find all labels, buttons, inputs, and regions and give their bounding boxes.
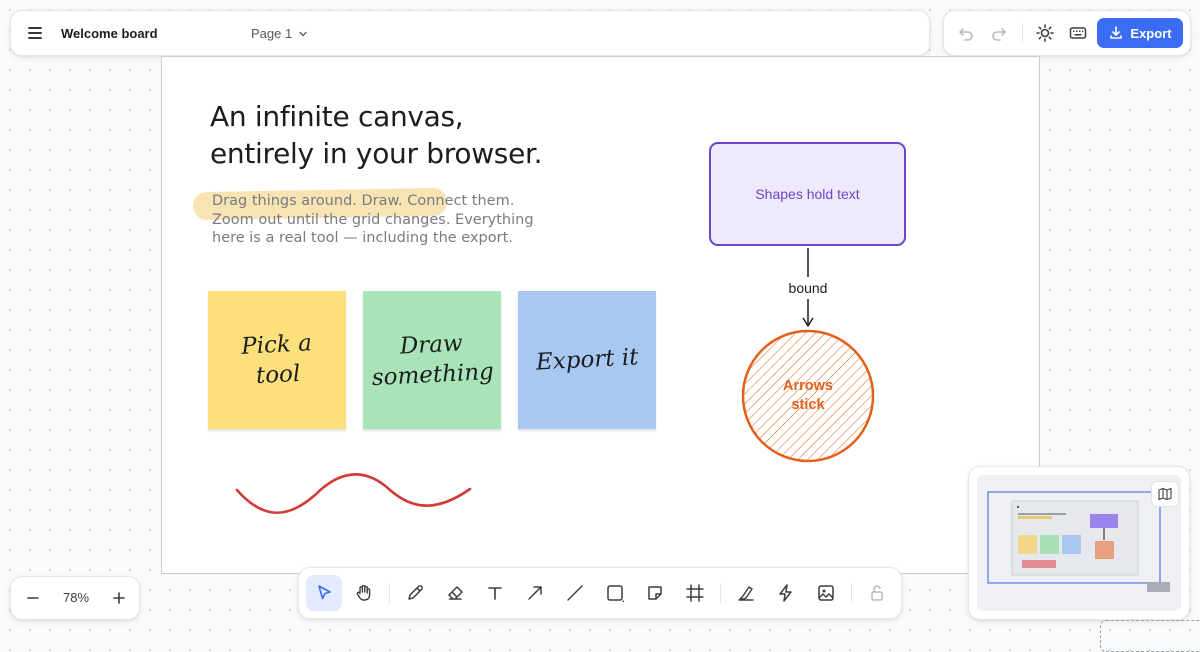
sticky-text: Export it: [535, 343, 639, 376]
frame-tool-icon[interactable]: [677, 575, 713, 611]
board-title[interactable]: Welcome board: [61, 26, 158, 41]
shape-text: Shapes hold text: [755, 186, 860, 202]
sticky-text: tool: [254, 360, 301, 390]
headline-line: An infinite canvas,: [210, 100, 464, 133]
arrow-label[interactable]: bound: [782, 277, 834, 299]
sticky-text: Draw: [399, 330, 464, 360]
minimap[interactable]: [968, 466, 1190, 620]
map-icon[interactable]: [1151, 481, 1179, 507]
text-tool-icon[interactable]: [477, 575, 513, 611]
chevron-down-icon: [299, 31, 307, 36]
divider: [1022, 23, 1023, 43]
arrow-tool-icon[interactable]: [517, 575, 553, 611]
sticky-note[interactable]: Draw something: [363, 291, 501, 429]
export-button[interactable]: Export: [1097, 18, 1183, 48]
circle-text[interactable]: Arrows stick: [748, 377, 868, 415]
line-tool-icon[interactable]: [557, 575, 593, 611]
download-icon: [1110, 26, 1123, 39]
zoom-out-icon[interactable]: [23, 588, 43, 608]
rectangle-shape[interactable]: Shapes hold text: [709, 142, 906, 246]
select-tool-icon[interactable]: [306, 575, 342, 611]
menu-icon[interactable]: [25, 23, 45, 43]
undo-icon[interactable]: [956, 23, 976, 43]
canvas-subtext[interactable]: Drag things around. Draw. Connect them. …: [212, 192, 552, 248]
offscreen-frame-edge: [1100, 620, 1200, 652]
lock-icon[interactable]: [859, 575, 895, 611]
circle-text-line: Arrows: [783, 378, 833, 394]
sticky-text: Pick a: [240, 330, 313, 360]
tool-bar: [298, 567, 902, 619]
divider: [389, 583, 390, 603]
freehand-scribble[interactable]: [230, 462, 480, 522]
eraser-tool-icon[interactable]: [437, 575, 473, 611]
laser-tool-icon[interactable]: [768, 575, 804, 611]
image-tool-icon[interactable]: [808, 575, 844, 611]
zoom-controls: 78%: [10, 576, 140, 620]
export-button-label: Export: [1130, 25, 1172, 41]
canvas-headline[interactable]: An infinite canvas, entirely in your bro…: [210, 98, 543, 172]
sticky-note-tool-icon[interactable]: [637, 575, 673, 611]
circle-text-line: stick: [791, 397, 825, 413]
pencil-tool-icon[interactable]: [397, 575, 433, 611]
sticky-note[interactable]: Pick a tool: [208, 291, 346, 429]
theme-toggle-icon[interactable]: [1035, 23, 1055, 43]
divider: [851, 583, 852, 603]
sticky-text: something: [371, 358, 495, 392]
headline-line: entirely in your browser.: [210, 137, 543, 170]
keyboard-shortcuts-icon[interactable]: [1068, 23, 1088, 43]
zoom-level[interactable]: 78%: [55, 590, 97, 605]
action-bar: Export: [943, 10, 1191, 56]
top-bar: Welcome board Page 1: [10, 10, 930, 56]
rectangle-tool-icon[interactable]: [597, 575, 633, 611]
zoom-in-icon[interactable]: [109, 588, 129, 608]
highlighter-tool-icon[interactable]: [728, 575, 764, 611]
divider: [720, 583, 721, 603]
redo-icon[interactable]: [989, 23, 1009, 43]
page-selector-label: Page 1: [251, 26, 293, 41]
sticky-note[interactable]: Export it: [518, 291, 656, 429]
hand-tool-icon[interactable]: [346, 575, 382, 611]
page-selector[interactable]: Page 1: [251, 26, 308, 41]
